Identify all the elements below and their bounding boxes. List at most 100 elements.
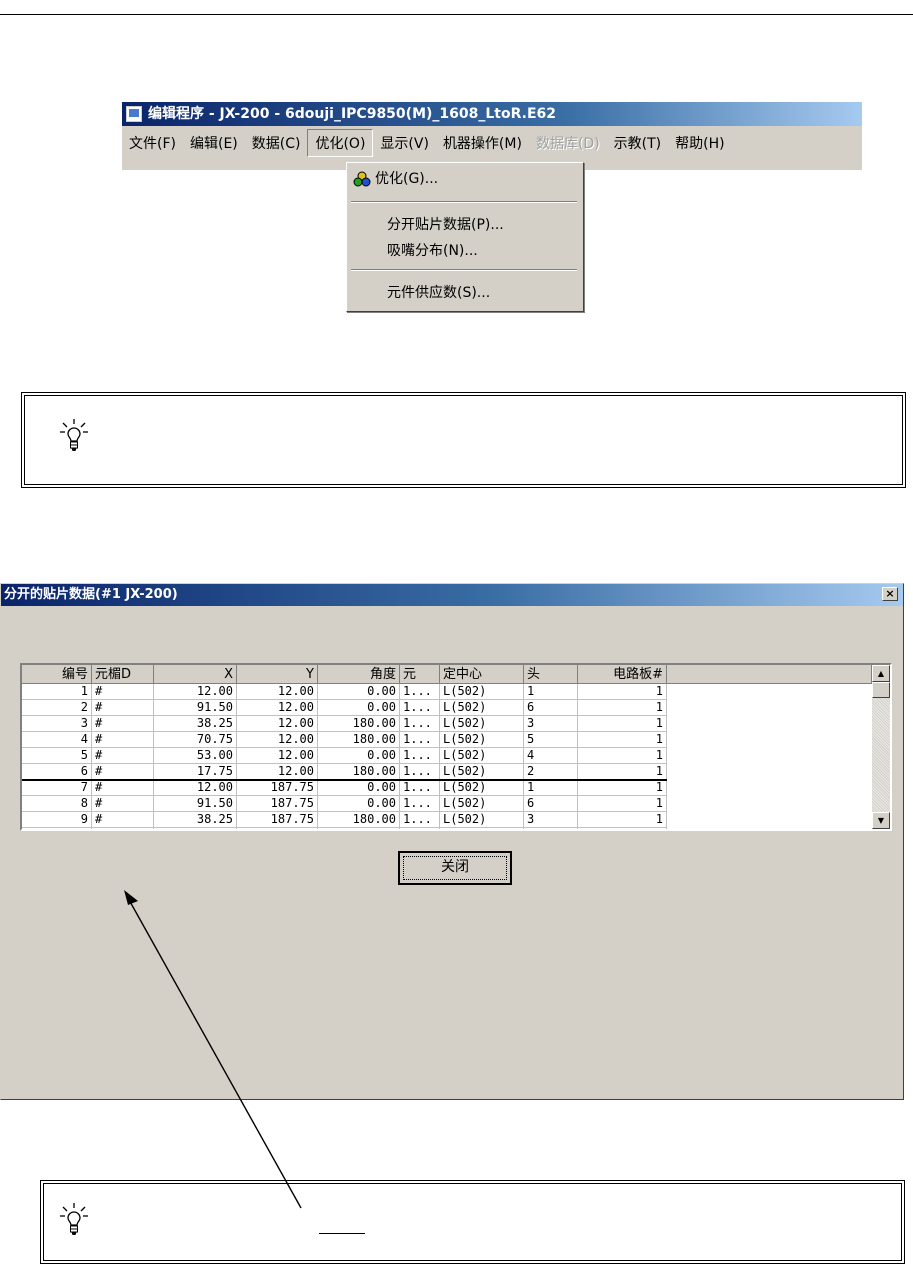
table-row[interactable]: 7 #12.00 187.75 0.00 1... L(502) 1 1 <box>22 780 872 796</box>
menu-item-feeder-count[interactable]: 元件供应数(S)... <box>347 281 581 305</box>
column-header[interactable]: Y <box>237 665 318 684</box>
table-cell: # <box>92 732 154 748</box>
table-cell: 0.00 <box>318 700 400 716</box>
grid-body: 编号 元楣D X Y 角度元定中心头电路板# 1 #12.00 12.00 0.00 1... L… <box>22 665 872 829</box>
table-cell: # <box>92 780 154 796</box>
menu-2[interactable]: 数据(C) <box>245 130 308 156</box>
table-cell: # <box>92 700 154 716</box>
table-cell: 12.00 <box>237 764 318 780</box>
tip-box-bottom <box>40 1180 905 1264</box>
table-cell: L(502) <box>440 732 524 748</box>
table-cell: 1... <box>400 732 440 748</box>
table-cell: 180.00 <box>318 828 400 829</box>
close-button[interactable]: 关闭 <box>398 851 512 885</box>
table-cell: 1 <box>578 748 667 764</box>
table-row[interactable]: 3 #38.25 12.00 180.00 1... L(502) 3 1 <box>22 716 872 732</box>
table-cell: 1 <box>578 716 667 732</box>
table-cell: 70.75 <box>154 828 237 829</box>
column-header[interactable]: 角度 <box>318 665 400 684</box>
table-cell: 1 <box>578 732 667 748</box>
lightbulb-icon <box>60 1203 88 1235</box>
table-cell: 1 <box>578 796 667 812</box>
column-header[interactable]: 元 <box>400 665 440 684</box>
table-cell: 38.25 <box>154 716 237 732</box>
column-header-filler <box>667 665 872 684</box>
scroll-up-icon[interactable]: ▲ <box>872 665 890 682</box>
menu-item-nozzle-distribution[interactable]: 吸嘴分布(N)... <box>347 239 581 263</box>
table-cell: 187.75 <box>237 780 318 796</box>
table-row[interactable]: 4 #70.75 12.00 180.00 1... L(502) 5 1 <box>22 732 872 748</box>
table-cell: L(502) <box>440 716 524 732</box>
table-cell: 6 <box>22 764 92 780</box>
table-cell: 1... <box>400 812 440 828</box>
column-header[interactable]: 编号 <box>22 665 92 684</box>
table-row[interactable]: 2 #91.50 12.00 0.00 1... L(502) 6 1 <box>22 700 872 716</box>
table-cell: 187.75 <box>237 812 318 828</box>
scroll-down-icon[interactable]: ▼ <box>872 812 890 829</box>
split-placement-dialog: 分开的贴片数据(#1 JX-200) × <box>0 583 904 1100</box>
table-cell: 0.00 <box>318 780 400 796</box>
column-header[interactable]: X <box>154 665 237 684</box>
table-cell: 1 <box>578 684 667 700</box>
table-cell: 70.75 <box>154 732 237 748</box>
menu-item-label: 分开贴片数据(P)... <box>387 217 504 233</box>
column-header[interactable]: 头 <box>524 665 578 684</box>
menu-1[interactable]: 编辑(E) <box>183 130 245 156</box>
menu-5[interactable]: 机器操作(M) <box>436 130 529 156</box>
table-cell: 3 <box>22 716 92 732</box>
table-row[interactable]: 10#70.75187.75180.001...L(502)51 <box>22 828 872 829</box>
menu-item-label: 优化(G)... <box>375 171 439 187</box>
table-cell: 38.25 <box>154 812 237 828</box>
table-cell: L(502) <box>440 828 524 829</box>
scroll-thumb[interactable] <box>872 682 890 698</box>
table-row[interactable]: 6 #17.75 12.00 180.00 1... L(502) 2 1 <box>22 764 872 780</box>
menu-0[interactable]: 文件(F) <box>122 130 183 156</box>
table-cell: 1 <box>524 780 578 796</box>
table-row[interactable]: 9 #38.25 187.75 180.00 1... L(502) 3 1 <box>22 812 872 828</box>
column-header[interactable]: 电路板# <box>578 665 667 684</box>
menu-7[interactable]: 示教(T) <box>607 130 668 156</box>
table-cell: # <box>92 812 154 828</box>
table-cell: L(502) <box>440 812 524 828</box>
table-cell: 1... <box>400 684 440 700</box>
table-cell: 1... <box>400 716 440 732</box>
menu-item-split-placement[interactable]: 分开贴片数据(P)... <box>347 213 581 237</box>
menu-8[interactable]: 帮助(H) <box>668 130 731 156</box>
table-cell: 10 <box>22 828 92 829</box>
dialog-close-icon[interactable]: × <box>882 587 898 601</box>
table-cell: 1 <box>578 700 667 716</box>
placement-data-grid[interactable]: 编号 元楣D X Y 角度元定中心头电路板# 1 #12.00 12.00 0.00 1... L… <box>20 663 892 831</box>
table-cell: 3 <box>524 716 578 732</box>
editor-title-bar: 编辑程序 - JX-200 - 6douji_IPC9850(M)_1608_L… <box>122 102 862 126</box>
menu-item-label: 吸嘴分布(N)... <box>387 243 478 259</box>
table-cell: 12.00 <box>237 700 318 716</box>
vertical-scrollbar[interactable]: ▲ ▼ <box>872 665 890 829</box>
menu-bar: 文件(F) 编辑(E) 数据(C) 优化(O) 显示(V) 机器操作(M) 数据库(D) 示教… <box>122 129 862 157</box>
grid-header: 编号 元楣D X Y 角度元定中心头电路板# <box>22 665 872 684</box>
table-cell: 1 <box>524 684 578 700</box>
table-cell: # <box>92 684 154 700</box>
menu-3[interactable]: 优化(O) <box>307 129 374 157</box>
table-cell: 12.00 <box>237 748 318 764</box>
table-row[interactable]: 5 #53.00 12.00 0.00 1... L(502) 4 1 <box>22 748 872 764</box>
column-header[interactable]: 定中心 <box>440 665 524 684</box>
table-cell: 5 <box>524 828 578 829</box>
table-cell: 1 <box>578 828 667 829</box>
page-top-rule <box>0 14 913 15</box>
table-cell: 0.00 <box>318 796 400 812</box>
table-row[interactable]: 1 #12.00 12.00 0.00 1... L(502) 1 1 <box>22 684 872 700</box>
table-cell: 187.75 <box>237 796 318 812</box>
table-cell: L(502) <box>440 780 524 796</box>
optimize-dropdown-menu: 优化(G)... 分开贴片数据(P)... 吸嘴分布(N)... 元件供应数(S… <box>346 162 584 312</box>
menu-item-optimize[interactable]: 优化(G)... <box>347 167 581 191</box>
table-cell: 187.75 <box>237 828 318 829</box>
table-cell: 12.00 <box>154 684 237 700</box>
editor-window: 编辑程序 - JX-200 - 6douji_IPC9850(M)_1608_L… <box>122 102 862 170</box>
column-header[interactable]: 元楣D <box>92 665 154 684</box>
table-cell: L(502) <box>440 764 524 780</box>
table-cell: 1 <box>578 780 667 796</box>
menu-item-label: 元件供应数(S)... <box>387 285 491 301</box>
menu-4[interactable]: 显示(V) <box>373 130 436 156</box>
table-row[interactable]: 8 #91.50 187.75 0.00 1... L(502) 6 1 <box>22 796 872 812</box>
table-cell: # <box>92 828 154 829</box>
